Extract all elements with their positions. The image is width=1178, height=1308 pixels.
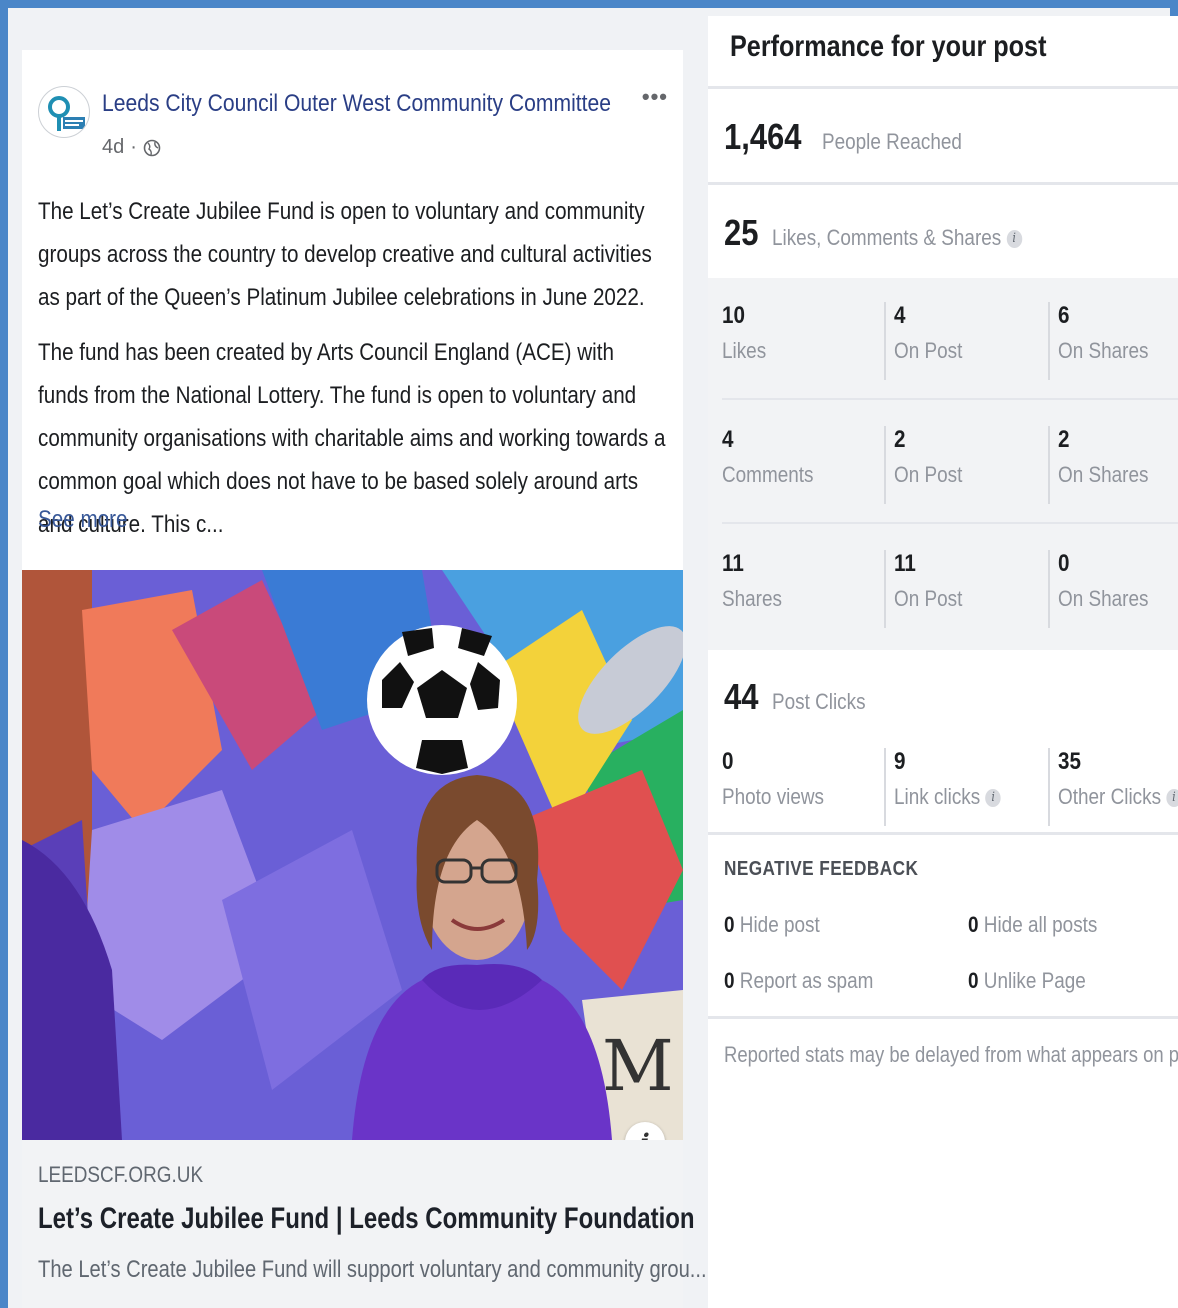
link-domain: LEEDSCF.ORG.UK — [38, 1162, 204, 1187]
info-icon[interactable]: i — [985, 789, 1001, 808]
stat-cell: 0 On Shares — [1048, 550, 1178, 628]
divider — [708, 86, 1178, 89]
negative-item: 0 Hide post — [724, 912, 820, 937]
stat-cell: 35 Other Clicks i — [1048, 748, 1178, 826]
stat-cell: 4 On Post — [884, 302, 1044, 380]
stat-cell: 9 Link clicks i — [884, 748, 1044, 826]
stat-number: 11 — [894, 550, 916, 577]
link-description: The Let’s Create Jubilee Fund will suppo… — [38, 1256, 707, 1283]
stat-cell: 4 Comments — [722, 426, 882, 504]
post-time[interactable]: 4d — [102, 136, 124, 159]
people-reached-value: 1,464 — [724, 116, 802, 157]
post-card: Leeds City Council Outer West Community … — [22, 50, 707, 1308]
engagement-label: Likes, Comments & Shares i — [772, 225, 1022, 251]
stat-label: On Shares — [1058, 586, 1149, 611]
post-clicks-value: 44 — [724, 676, 759, 717]
divider — [722, 398, 1178, 400]
stat-cell: 11 On Post — [884, 550, 1044, 628]
comments-row: 4 Comments 2 On Post 2 On Shares — [722, 402, 1178, 524]
stat-label: Likes — [722, 338, 767, 363]
panel-title: Performance for your post — [730, 30, 1047, 63]
stat-cell: 6 On Shares — [1048, 302, 1178, 380]
stat-number: 4 — [894, 302, 906, 329]
page-name-link[interactable]: Leeds City Council Outer West Community … — [102, 90, 611, 118]
stat-cell: 2 On Post — [884, 426, 1044, 504]
negative-item: 0 Unlike Page — [968, 968, 1086, 993]
engagement-value: 25 — [724, 212, 759, 253]
divider — [708, 1016, 1178, 1019]
svg-text:M: M — [602, 1025, 674, 1107]
people-reached-stat: 1,464 People Reached — [724, 116, 985, 158]
divider — [722, 522, 1178, 524]
stat-number: 10 — [722, 302, 745, 329]
stat-label: On Shares — [1058, 338, 1149, 363]
info-icon[interactable]: i — [1166, 789, 1178, 808]
shares-row: 11 Shares 11 On Post 0 On Shares — [722, 526, 1178, 648]
stat-number: 0 — [1058, 550, 1070, 577]
see-more-link[interactable]: See more — [38, 506, 127, 534]
page-avatar[interactable] — [38, 86, 90, 138]
stat-number: 11 — [722, 550, 744, 577]
link-preview[interactable]: LEEDSCF.ORG.UK Let’s Create Jubilee Fund… — [22, 1140, 707, 1308]
people-reached-label: People Reached — [822, 129, 963, 154]
more-options-icon[interactable]: ••• — [642, 84, 668, 110]
post-image[interactable]: M i — [22, 570, 683, 1140]
stat-number: 2 — [894, 426, 906, 453]
post-paragraph: The fund has been created by Arts Counci… — [38, 339, 666, 538]
post-paragraph: The Let’s Create Jubilee Fund is open to… — [38, 198, 652, 311]
stat-number: 2 — [1058, 426, 1070, 453]
negative-feedback-heading: NEGATIVE FEEDBACK — [724, 858, 919, 880]
stat-label: On Post — [894, 338, 963, 363]
post-clicks-breakdown: 0 Photo views 9 Link clicks i 35 Other Cl… — [722, 728, 1178, 826]
stat-number: 4 — [722, 426, 734, 453]
screenshot-frame: Leeds City Council Outer West Community … — [0, 0, 1178, 1308]
stats-footnote: Reported stats may be delayed from what … — [724, 1042, 1178, 1067]
post-clicks-stat: 44 Post Clicks — [724, 676, 881, 718]
negative-item: 0 Hide all posts — [968, 912, 1098, 937]
performance-panel: Performance for your post 1,464 People R… — [708, 16, 1178, 1308]
stat-number: 6 — [1058, 302, 1070, 329]
divider — [708, 832, 1178, 835]
likes-row: 10 Likes 4 On Post 6 On Shares — [722, 278, 1178, 400]
engagement-stat: 25 Likes, Comments & Shares i — [724, 212, 1063, 254]
negative-item: 0 Report as spam — [724, 968, 874, 993]
stat-label: On Post — [894, 586, 963, 611]
stat-label: On Post — [894, 462, 963, 487]
stat-number: 0 — [722, 748, 734, 775]
meta-separator: · — [130, 136, 137, 158]
link-title[interactable]: Let’s Create Jubilee Fund | Leeds Commun… — [38, 1202, 695, 1236]
stat-label: On Shares — [1058, 462, 1149, 487]
stat-number: 9 — [894, 748, 906, 775]
engagement-breakdown: 10 Likes 4 On Post 6 On Shares 4 Comment… — [708, 278, 1178, 650]
stat-cell: 0 Photo views — [722, 748, 882, 826]
stat-cell: 10 Likes — [722, 302, 882, 380]
stat-label: Other Clicks i — [1058, 784, 1178, 810]
divider — [708, 182, 1178, 185]
post-text: The Let’s Create Jubilee Fund is open to… — [38, 190, 668, 558]
post-header: Leeds City Council Outer West Community … — [38, 80, 668, 170]
stat-cell: 11 Shares — [722, 550, 882, 628]
stat-label: Link clicks i — [894, 784, 1023, 810]
stat-number: 35 — [1058, 748, 1081, 775]
stat-label: Shares — [722, 586, 782, 611]
post-meta: 4d · — [102, 136, 161, 159]
info-icon[interactable]: i — [1006, 230, 1022, 249]
stat-label: Photo views — [722, 784, 825, 809]
post-clicks-label: Post Clicks — [772, 689, 866, 714]
stat-label: Comments — [722, 462, 814, 487]
stat-cell: 2 On Shares — [1048, 426, 1178, 504]
globe-icon — [143, 139, 161, 157]
